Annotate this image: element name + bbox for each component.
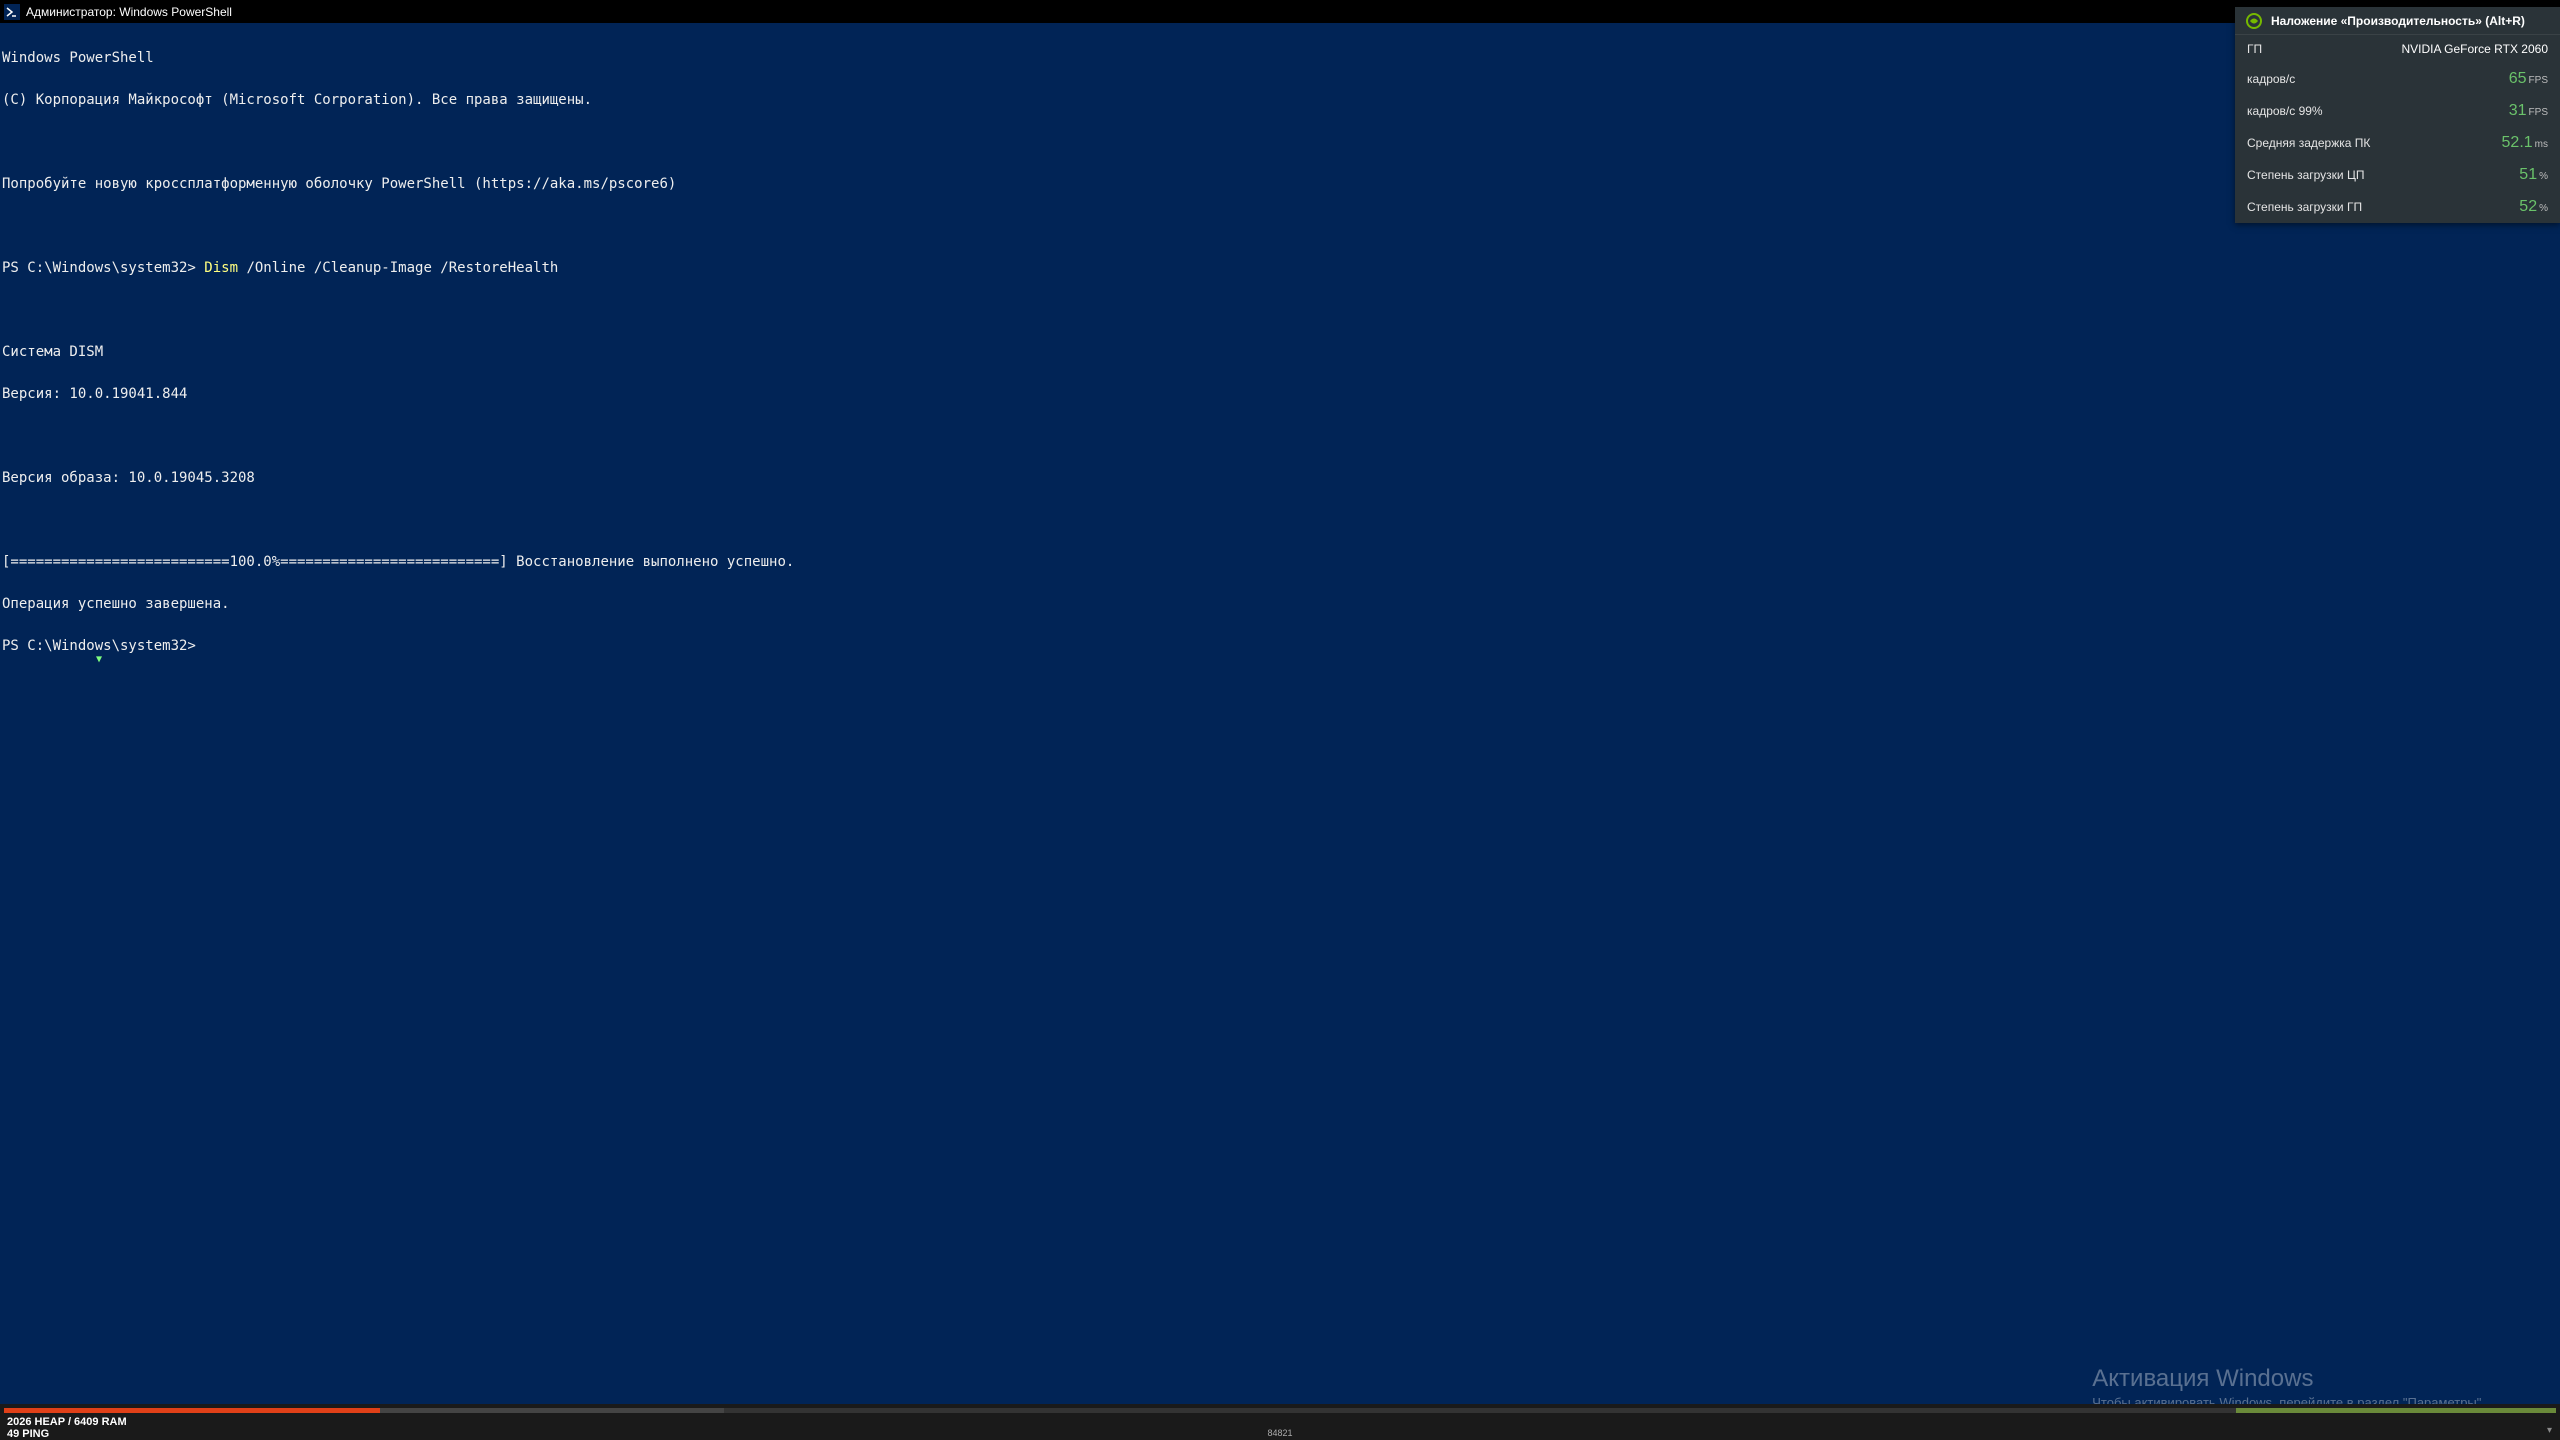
metric-label: кадров/с xyxy=(2247,72,2295,86)
caret-down-icon: ▼ xyxy=(96,654,102,665)
terminal-line: Попробуйте новую кроссплатформенную обол… xyxy=(2,177,2558,191)
terminal-line xyxy=(2,303,2558,317)
right-bar xyxy=(2236,1408,2556,1413)
powershell-icon xyxy=(4,4,20,20)
overlay-gpu-name: NVIDIA GeForce RTX 2060 xyxy=(2401,42,2548,56)
bottom-center-value: 84821 xyxy=(1267,1428,1292,1438)
watermark-title: Активация Windows xyxy=(2092,1365,2485,1393)
heap-ram-text: 2026 HEAP / 6409 RAM 49 PING xyxy=(7,1416,127,1440)
terminal-line xyxy=(2,513,2558,527)
metric-value: 65FPS xyxy=(2509,70,2548,88)
chevron-down-icon[interactable]: ▾ xyxy=(2547,1425,2552,1436)
terminal-output[interactable]: Windows PowerShell (C) Корпорация Майкро… xyxy=(0,23,2560,697)
metric-value: 51% xyxy=(2519,166,2548,184)
titlebar[interactable]: Администратор: Windows PowerShell xyxy=(0,0,2560,23)
overlay-title: Наложение «Производительность» (Alt+R) xyxy=(2271,14,2525,28)
terminal-line: PS C:\Windows\system32> Dism /Online /Cl… xyxy=(2,261,2558,275)
metric-label: кадров/с 99% xyxy=(2247,104,2323,118)
metric-value: 52% xyxy=(2519,198,2548,216)
terminal-prompt: PS C:\Windows\system32>▼ xyxy=(2,639,2558,669)
overlay-metric-row: Средняя задержка ПК 52.1ms xyxy=(2235,127,2560,159)
metric-label: Средняя задержка ПК xyxy=(2247,136,2370,150)
metric-value: 52.1ms xyxy=(2502,134,2548,152)
overlay-metric-row: Степень загрузки ЦП 51% xyxy=(2235,159,2560,191)
overlay-header: Наложение «Производительность» (Alt+R) xyxy=(2235,7,2560,35)
nvidia-icon xyxy=(2245,12,2263,30)
command-name: Dism xyxy=(204,260,238,276)
overlay-gpu-label: ГП xyxy=(2247,42,2262,56)
bottom-status-bar: 2026 HEAP / 6409 RAM 49 PING 84821 ▾ xyxy=(0,1404,2560,1440)
terminal-line xyxy=(2,135,2558,149)
terminal-line: Версия: 10.0.19041.844 xyxy=(2,387,2558,401)
heap-bar xyxy=(4,1408,380,1413)
terminal-line: Операция успешно завершена. xyxy=(2,597,2558,611)
overlay-gpu-row: ГП NVIDIA GeForce RTX 2060 xyxy=(2235,35,2560,63)
overlay-metric-row: Степень загрузки ГП 52% xyxy=(2235,191,2560,223)
metric-label: Степень загрузки ЦП xyxy=(2247,168,2364,182)
metric-value: 31FPS xyxy=(2509,102,2548,120)
terminal-line: Система DISM xyxy=(2,345,2558,359)
terminal-line xyxy=(2,219,2558,233)
nvidia-performance-overlay: Наложение «Производительность» (Alt+R) Г… xyxy=(2235,7,2560,223)
overlay-metric-row: кадров/с 99% 31FPS xyxy=(2235,95,2560,127)
metric-label: Степень загрузки ГП xyxy=(2247,200,2362,214)
terminal-line xyxy=(2,429,2558,443)
titlebar-title: Администратор: Windows PowerShell xyxy=(26,5,232,19)
terminal-line: (C) Корпорация Майкрософт (Microsoft Cor… xyxy=(2,93,2558,107)
terminal-line: Windows PowerShell xyxy=(2,51,2558,65)
terminal-line: Версия образа: 10.0.19045.3208 xyxy=(2,471,2558,485)
powershell-window: Администратор: Windows PowerShell Window… xyxy=(0,0,2560,1440)
terminal-line: [==========================100.0%=======… xyxy=(2,555,2558,569)
overlay-metric-row: кадров/с 65FPS xyxy=(2235,63,2560,95)
